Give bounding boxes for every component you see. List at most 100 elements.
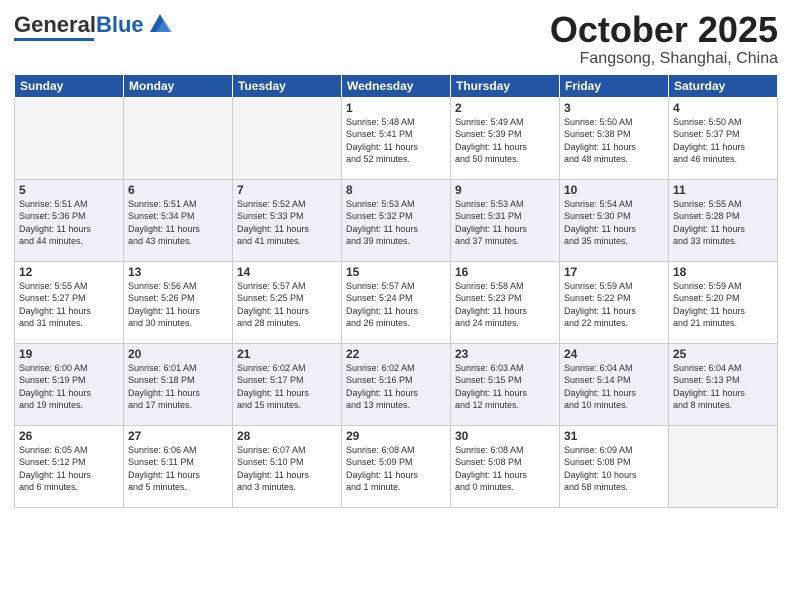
day-info: Sunrise: 5:55 AM Sunset: 5:27 PM Dayligh…	[19, 280, 119, 330]
day-number: 17	[564, 265, 664, 279]
day-info: Sunrise: 6:08 AM Sunset: 5:08 PM Dayligh…	[455, 444, 555, 494]
table-row: 21Sunrise: 6:02 AM Sunset: 5:17 PM Dayli…	[233, 343, 342, 425]
day-info: Sunrise: 6:01 AM Sunset: 5:18 PM Dayligh…	[128, 362, 228, 412]
day-info: Sunrise: 5:59 AM Sunset: 5:20 PM Dayligh…	[673, 280, 773, 330]
day-info: Sunrise: 5:54 AM Sunset: 5:30 PM Dayligh…	[564, 198, 664, 248]
table-row: 2Sunrise: 5:49 AM Sunset: 5:39 PM Daylig…	[451, 97, 560, 179]
table-row	[233, 97, 342, 179]
logo-icon	[146, 12, 174, 34]
day-info: Sunrise: 5:50 AM Sunset: 5:37 PM Dayligh…	[673, 116, 773, 166]
calendar-header-row: Sunday Monday Tuesday Wednesday Thursday…	[15, 74, 778, 97]
table-row	[669, 425, 778, 507]
header-tuesday: Tuesday	[233, 74, 342, 97]
day-number: 8	[346, 183, 446, 197]
day-info: Sunrise: 6:00 AM Sunset: 5:19 PM Dayligh…	[19, 362, 119, 412]
table-row: 6Sunrise: 5:51 AM Sunset: 5:34 PM Daylig…	[124, 179, 233, 261]
table-row: 31Sunrise: 6:09 AM Sunset: 5:08 PM Dayli…	[560, 425, 669, 507]
day-info: Sunrise: 5:58 AM Sunset: 5:23 PM Dayligh…	[455, 280, 555, 330]
logo-underline	[14, 38, 94, 41]
day-info: Sunrise: 5:53 AM Sunset: 5:31 PM Dayligh…	[455, 198, 555, 248]
table-row: 24Sunrise: 6:04 AM Sunset: 5:14 PM Dayli…	[560, 343, 669, 425]
day-number: 20	[128, 347, 228, 361]
table-row: 13Sunrise: 5:56 AM Sunset: 5:26 PM Dayli…	[124, 261, 233, 343]
table-row: 19Sunrise: 6:00 AM Sunset: 5:19 PM Dayli…	[15, 343, 124, 425]
table-row: 29Sunrise: 6:08 AM Sunset: 5:09 PM Dayli…	[342, 425, 451, 507]
header-wednesday: Wednesday	[342, 74, 451, 97]
day-number: 4	[673, 101, 773, 115]
day-info: Sunrise: 5:56 AM Sunset: 5:26 PM Dayligh…	[128, 280, 228, 330]
table-row: 26Sunrise: 6:05 AM Sunset: 5:12 PM Dayli…	[15, 425, 124, 507]
day-number: 10	[564, 183, 664, 197]
day-number: 16	[455, 265, 555, 279]
table-row: 17Sunrise: 5:59 AM Sunset: 5:22 PM Dayli…	[560, 261, 669, 343]
day-info: Sunrise: 5:59 AM Sunset: 5:22 PM Dayligh…	[564, 280, 664, 330]
header: GeneralBlue October 2025 Fangsong, Shang…	[14, 10, 778, 68]
table-row: 4Sunrise: 5:50 AM Sunset: 5:37 PM Daylig…	[669, 97, 778, 179]
day-info: Sunrise: 6:02 AM Sunset: 5:16 PM Dayligh…	[346, 362, 446, 412]
day-info: Sunrise: 5:55 AM Sunset: 5:28 PM Dayligh…	[673, 198, 773, 248]
table-row: 30Sunrise: 6:08 AM Sunset: 5:08 PM Dayli…	[451, 425, 560, 507]
day-number: 28	[237, 429, 337, 443]
day-info: Sunrise: 5:57 AM Sunset: 5:24 PM Dayligh…	[346, 280, 446, 330]
header-saturday: Saturday	[669, 74, 778, 97]
day-number: 14	[237, 265, 337, 279]
table-row: 16Sunrise: 5:58 AM Sunset: 5:23 PM Dayli…	[451, 261, 560, 343]
day-info: Sunrise: 5:52 AM Sunset: 5:33 PM Dayligh…	[237, 198, 337, 248]
table-row: 8Sunrise: 5:53 AM Sunset: 5:32 PM Daylig…	[342, 179, 451, 261]
day-info: Sunrise: 6:05 AM Sunset: 5:12 PM Dayligh…	[19, 444, 119, 494]
location: Fangsong, Shanghai, China	[550, 50, 778, 68]
calendar-week-row: 19Sunrise: 6:00 AM Sunset: 5:19 PM Dayli…	[15, 343, 778, 425]
day-number: 22	[346, 347, 446, 361]
day-number: 9	[455, 183, 555, 197]
logo-text: GeneralBlue	[14, 14, 144, 36]
day-number: 21	[237, 347, 337, 361]
day-info: Sunrise: 6:09 AM Sunset: 5:08 PM Dayligh…	[564, 444, 664, 494]
day-number: 3	[564, 101, 664, 115]
day-number: 15	[346, 265, 446, 279]
table-row: 27Sunrise: 6:06 AM Sunset: 5:11 PM Dayli…	[124, 425, 233, 507]
day-number: 7	[237, 183, 337, 197]
day-number: 31	[564, 429, 664, 443]
table-row: 22Sunrise: 6:02 AM Sunset: 5:16 PM Dayli…	[342, 343, 451, 425]
day-info: Sunrise: 5:51 AM Sunset: 5:34 PM Dayligh…	[128, 198, 228, 248]
table-row: 3Sunrise: 5:50 AM Sunset: 5:38 PM Daylig…	[560, 97, 669, 179]
day-info: Sunrise: 6:07 AM Sunset: 5:10 PM Dayligh…	[237, 444, 337, 494]
day-info: Sunrise: 6:04 AM Sunset: 5:14 PM Dayligh…	[564, 362, 664, 412]
day-info: Sunrise: 5:57 AM Sunset: 5:25 PM Dayligh…	[237, 280, 337, 330]
table-row	[124, 97, 233, 179]
table-row: 25Sunrise: 6:04 AM Sunset: 5:13 PM Dayli…	[669, 343, 778, 425]
day-info: Sunrise: 5:53 AM Sunset: 5:32 PM Dayligh…	[346, 198, 446, 248]
header-friday: Friday	[560, 74, 669, 97]
logo: GeneralBlue	[14, 14, 174, 41]
calendar-week-row: 5Sunrise: 5:51 AM Sunset: 5:36 PM Daylig…	[15, 179, 778, 261]
header-monday: Monday	[124, 74, 233, 97]
day-info: Sunrise: 6:03 AM Sunset: 5:15 PM Dayligh…	[455, 362, 555, 412]
day-number: 23	[455, 347, 555, 361]
calendar-week-row: 12Sunrise: 5:55 AM Sunset: 5:27 PM Dayli…	[15, 261, 778, 343]
table-row: 7Sunrise: 5:52 AM Sunset: 5:33 PM Daylig…	[233, 179, 342, 261]
day-info: Sunrise: 5:50 AM Sunset: 5:38 PM Dayligh…	[564, 116, 664, 166]
day-number: 11	[673, 183, 773, 197]
header-sunday: Sunday	[15, 74, 124, 97]
page: GeneralBlue October 2025 Fangsong, Shang…	[0, 0, 792, 612]
day-info: Sunrise: 5:48 AM Sunset: 5:41 PM Dayligh…	[346, 116, 446, 166]
table-row: 5Sunrise: 5:51 AM Sunset: 5:36 PM Daylig…	[15, 179, 124, 261]
day-info: Sunrise: 5:49 AM Sunset: 5:39 PM Dayligh…	[455, 116, 555, 166]
day-number: 13	[128, 265, 228, 279]
day-number: 2	[455, 101, 555, 115]
day-info: Sunrise: 5:51 AM Sunset: 5:36 PM Dayligh…	[19, 198, 119, 248]
calendar-week-row: 1Sunrise: 5:48 AM Sunset: 5:41 PM Daylig…	[15, 97, 778, 179]
day-number: 30	[455, 429, 555, 443]
calendar: Sunday Monday Tuesday Wednesday Thursday…	[14, 74, 778, 508]
day-number: 18	[673, 265, 773, 279]
table-row: 11Sunrise: 5:55 AM Sunset: 5:28 PM Dayli…	[669, 179, 778, 261]
day-number: 26	[19, 429, 119, 443]
table-row: 14Sunrise: 5:57 AM Sunset: 5:25 PM Dayli…	[233, 261, 342, 343]
day-number: 6	[128, 183, 228, 197]
table-row: 15Sunrise: 5:57 AM Sunset: 5:24 PM Dayli…	[342, 261, 451, 343]
day-info: Sunrise: 6:04 AM Sunset: 5:13 PM Dayligh…	[673, 362, 773, 412]
title-section: October 2025 Fangsong, Shanghai, China	[550, 10, 778, 68]
table-row: 1Sunrise: 5:48 AM Sunset: 5:41 PM Daylig…	[342, 97, 451, 179]
table-row: 10Sunrise: 5:54 AM Sunset: 5:30 PM Dayli…	[560, 179, 669, 261]
day-info: Sunrise: 6:02 AM Sunset: 5:17 PM Dayligh…	[237, 362, 337, 412]
